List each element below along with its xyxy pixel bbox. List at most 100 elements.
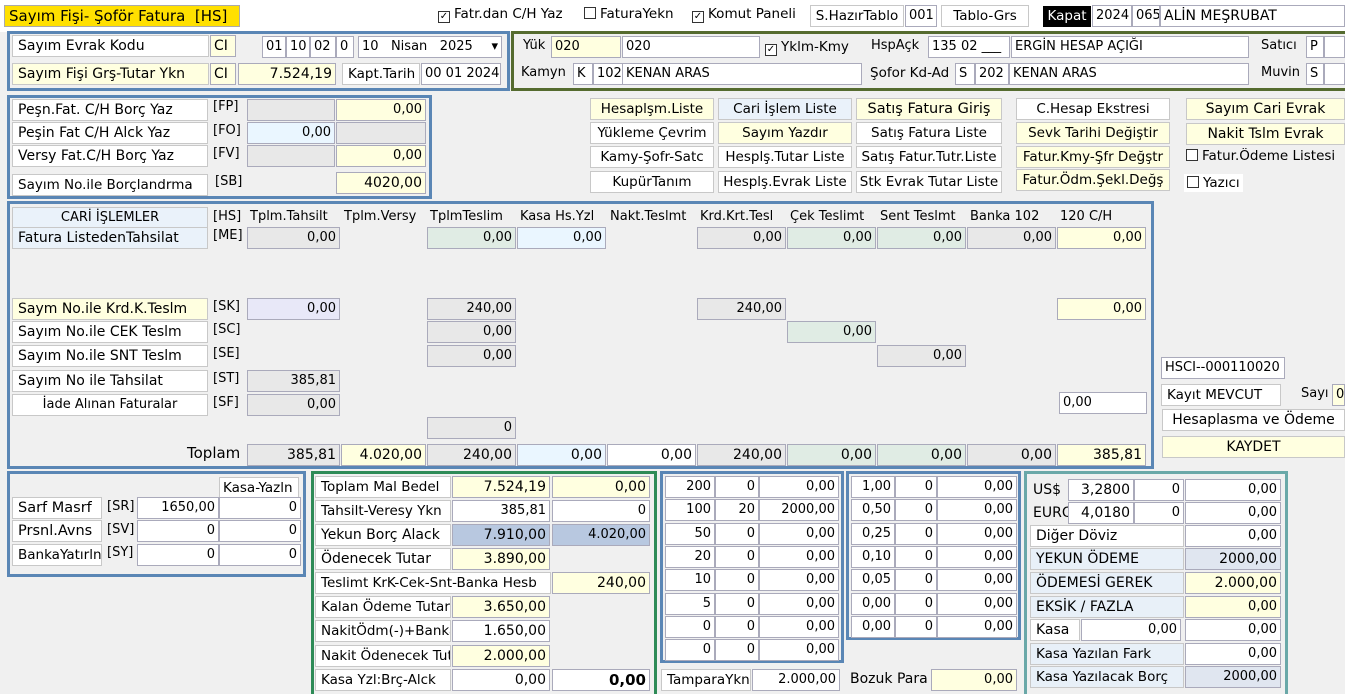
kupur2-denom[interactable]: 1,00 (851, 476, 895, 498)
kupur1-qty[interactable]: 0 (715, 476, 759, 498)
usd-value[interactable]: 0,00 (1185, 479, 1281, 501)
fatura-val-3[interactable]: 0,00 (697, 227, 786, 249)
fatr-checkbox[interactable]: ✓ Fatr.dan C/H Yaz (438, 6, 563, 23)
se-v2[interactable]: 0,00 (877, 345, 966, 367)
d3-field[interactable]: 02 (310, 36, 336, 58)
satis-fatura-liste-button[interactable]: Satış Fatura Liste (856, 122, 1002, 144)
fatur-odeme-checkbox[interactable]: Fatur.Ödeme Listesi (1186, 148, 1335, 164)
kamyn-code-field[interactable]: 102 (593, 63, 623, 85)
kupur1-denom[interactable]: 0 (665, 615, 715, 638)
fatura-val-4[interactable]: 0,00 (787, 227, 876, 249)
eur-value[interactable]: 0,00 (1185, 502, 1281, 524)
zero-field[interactable]: 0 (427, 417, 516, 439)
kupur2-qty[interactable]: 0 (895, 545, 937, 568)
kupur2-denom[interactable]: 0,00 (851, 615, 895, 638)
sk-v1[interactable]: 0,00 (247, 298, 340, 320)
yuk2-field[interactable]: 020 (622, 36, 760, 58)
satis-fatur-tutr-button[interactable]: Satış Fatur.Tutr.Liste (856, 146, 1002, 168)
tampara-field[interactable]: 2.000,00 (752, 669, 840, 691)
kupur2-denom[interactable]: 0,10 (851, 545, 895, 568)
grs-field[interactable]: CI (210, 63, 236, 85)
hespls-evrak-button[interactable]: Hesplş.Evrak Liste (718, 171, 852, 193)
fatura-yekn-checkbox[interactable]: FaturaYekn (584, 6, 674, 22)
sofor-s-field[interactable]: S (955, 63, 975, 85)
fatura-val-6[interactable]: 0,00 (967, 227, 1056, 249)
tablo-grs-button[interactable]: Tablo-Grs (941, 5, 1029, 27)
kupur1-total[interactable]: 0,00 (759, 522, 839, 545)
fatura-val-7[interactable]: 0,00 (1057, 227, 1146, 249)
cari-islem-button[interactable]: Cari İşlem Liste (718, 98, 852, 120)
satici-field[interactable]: P (1306, 36, 1324, 58)
kupur2-total[interactable]: 0,00 (937, 476, 1017, 498)
year-field[interactable]: 2024 (1092, 5, 1132, 27)
kalan-field[interactable]: 3.650,00 (452, 596, 550, 618)
kupur2-qty[interactable]: 0 (895, 476, 937, 498)
kupur1-denom[interactable]: 10 (665, 569, 715, 592)
kupur1-total[interactable]: 0,00 (759, 569, 839, 592)
sf-v2[interactable]: 0,00 (1059, 392, 1147, 414)
komut-paneli-checkbox[interactable]: ✓ Komut Paneli (692, 6, 796, 23)
usd-qty[interactable]: 0 (1134, 479, 1184, 501)
kupur1-denom[interactable]: 5 (665, 592, 715, 615)
sevk-tarihi-button[interactable]: Sevk Tarihi Değiştir (1016, 122, 1170, 144)
sr-v2-field[interactable]: 0 (219, 497, 301, 519)
sayi-field[interactable]: 0 (1332, 384, 1345, 406)
sb-field[interactable]: 4020,00 (336, 172, 426, 194)
kupur1-qty[interactable]: 0 (715, 592, 759, 615)
kupur2-qty[interactable]: 0 (895, 569, 937, 592)
sk-v2[interactable]: 240,00 (427, 298, 516, 320)
muvin-extra-field[interactable] (1324, 63, 1345, 85)
sv-v2-field[interactable]: 0 (219, 520, 301, 542)
kupur2-denom[interactable]: 0,25 (851, 522, 895, 545)
eur-qty[interactable]: 0 (1134, 502, 1184, 524)
kapat-button[interactable]: Kapat (1043, 6, 1091, 27)
sc-v2[interactable]: 0,00 (787, 321, 876, 343)
sayim-yazdir-button[interactable]: Sayım Yazdır (718, 122, 852, 144)
fatura-val-0[interactable]: 0,00 (247, 227, 340, 249)
kupur2-total[interactable]: 0,00 (937, 592, 1017, 615)
tahsilt-v1[interactable]: 385,81 (452, 500, 550, 522)
kupur1-denom[interactable]: 50 (665, 522, 715, 545)
kupur1-qty[interactable]: 0 (715, 569, 759, 592)
sk-v4[interactable]: 0,00 (1057, 298, 1146, 320)
kupur1-total[interactable]: 0,00 (759, 639, 839, 662)
kasa-v1[interactable]: 0,00 (1081, 619, 1181, 641)
kupur1-denom[interactable]: 200 (665, 476, 715, 498)
kupur-tanim-button[interactable]: KupürTanım (590, 171, 714, 193)
hspack-code-field[interactable]: 135 02 ___ (928, 36, 1010, 58)
kupur2-denom[interactable]: 0,50 (851, 499, 895, 522)
fatura-val-1[interactable]: 0,00 (427, 227, 516, 249)
d4-field[interactable]: 0 (336, 36, 354, 58)
kupur1-qty[interactable]: 0 (715, 545, 759, 568)
kamyn-name-field[interactable]: KENAN ARAS (622, 63, 862, 85)
kamyn-k-field[interactable]: K (573, 63, 593, 85)
c-hesap-button[interactable]: C.Hesap Ekstresi (1016, 98, 1170, 120)
sr-v1-field[interactable]: 1650,00 (137, 497, 219, 519)
kupur2-total[interactable]: 0,00 (937, 569, 1017, 592)
bozuk-field[interactable]: 0,00 (931, 669, 1017, 691)
company-field[interactable]: ALİN MEŞRUBAT (1160, 5, 1345, 27)
st-v1[interactable]: 385,81 (247, 370, 340, 392)
nakit-odm-field[interactable]: 1.650,00 (452, 620, 550, 642)
kasa-yzl-v2[interactable]: 0,00 (552, 669, 650, 691)
kupur2-qty[interactable]: 0 (895, 592, 937, 615)
sofor-name-field[interactable]: KENAN ARAS (1009, 63, 1249, 85)
kupur2-qty[interactable]: 0 (895, 522, 937, 545)
satis-fatura-giris-button[interactable]: Satış Fatura Giriş (856, 98, 1002, 120)
d2-field[interactable]: 10 (286, 36, 310, 58)
kupur1-denom[interactable]: 100 (665, 499, 715, 522)
yazici-checkbox[interactable]: Yazıcı (1184, 174, 1243, 192)
sv-v1-field[interactable]: 0 (137, 520, 219, 542)
diger-value[interactable]: 0,00 (1185, 525, 1281, 547)
kasa-v2[interactable]: 0,00 (1185, 619, 1281, 641)
kupur2-qty[interactable]: 0 (895, 499, 937, 522)
kupur2-total[interactable]: 0,00 (937, 522, 1017, 545)
kupur1-total[interactable]: 0,00 (759, 545, 839, 568)
fo-field[interactable]: 0,00 (247, 122, 335, 144)
kupur2-total[interactable]: 0,00 (937, 615, 1017, 638)
stk-evrak-button[interactable]: Stk Evrak Tutar Liste (856, 171, 1002, 193)
hspack-name-field[interactable]: ERGİN HESAP AÇIĞI (1011, 36, 1249, 58)
kupur2-denom[interactable]: 0,00 (851, 592, 895, 615)
satici-extra-field[interactable] (1324, 36, 1345, 58)
odenecek-field[interactable]: 3.890,00 (452, 548, 550, 570)
